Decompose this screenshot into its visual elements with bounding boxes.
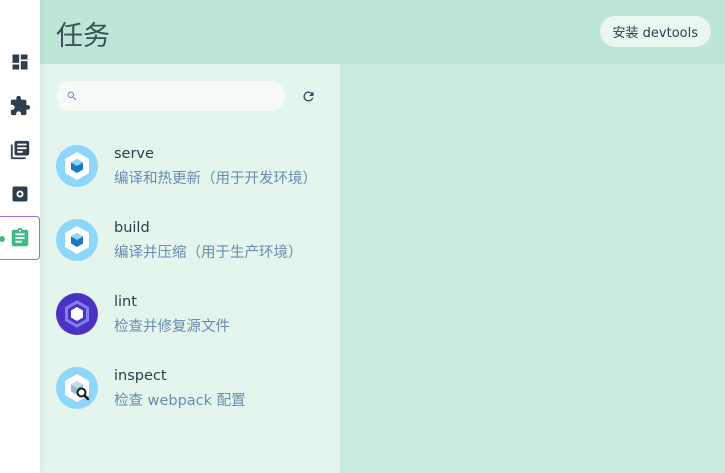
webpack-inspect-icon	[56, 367, 98, 409]
task-detail-pane	[340, 64, 725, 473]
nav-rail	[0, 0, 40, 473]
active-indicator	[0, 236, 5, 242]
search-input[interactable]	[84, 88, 279, 104]
task-item-inspect[interactable]: inspect 检查 webpack 配置	[40, 360, 340, 434]
nav-item-dashboard[interactable]	[0, 40, 40, 84]
refresh-icon	[303, 91, 313, 101]
eslint-icon	[56, 293, 98, 335]
clipboard-icon	[11, 227, 28, 247]
task-description: 编译并压缩（用于生产环境）	[114, 245, 303, 261]
nav-item-plugins[interactable]	[0, 84, 40, 128]
task-description: 检查 webpack 配置	[114, 393, 246, 409]
page-header: 任务 安装 devtools	[40, 0, 725, 64]
refresh-button[interactable]	[298, 86, 318, 106]
task-name: build	[114, 220, 150, 236]
webpack-icon	[56, 145, 98, 187]
dashboard-icon	[12, 54, 28, 70]
task-name: serve	[114, 146, 154, 162]
task-item-build[interactable]: build 编译并压缩（用于生产环境）	[40, 212, 340, 286]
install-devtools-button[interactable]: 安装 devtools	[599, 16, 711, 47]
webpack-icon	[56, 219, 98, 261]
task-name: inspect	[114, 368, 167, 384]
search-icon	[67, 91, 77, 101]
task-name: lint	[114, 294, 137, 310]
task-list-pane: serve 编译和热更新（用于开发环境） build 编译并压缩（用于生产环境）…	[40, 64, 340, 473]
task-description: 检查并修复源文件	[114, 319, 230, 335]
nav-item-dependencies[interactable]	[0, 128, 40, 172]
puzzle-icon	[10, 95, 31, 116]
nav-item-configuration[interactable]	[0, 172, 40, 216]
page-title: 任务	[56, 21, 110, 52]
task-description: 编译和热更新（用于开发环境）	[114, 171, 317, 187]
library-icon	[10, 140, 30, 160]
nav-item-tasks[interactable]	[0, 216, 40, 260]
task-item-serve[interactable]: serve 编译和热更新（用于开发环境）	[40, 138, 340, 212]
task-item-lint[interactable]: lint 检查并修复源文件	[40, 286, 340, 360]
gear-icon	[12, 186, 28, 202]
search-box[interactable]	[56, 81, 285, 111]
